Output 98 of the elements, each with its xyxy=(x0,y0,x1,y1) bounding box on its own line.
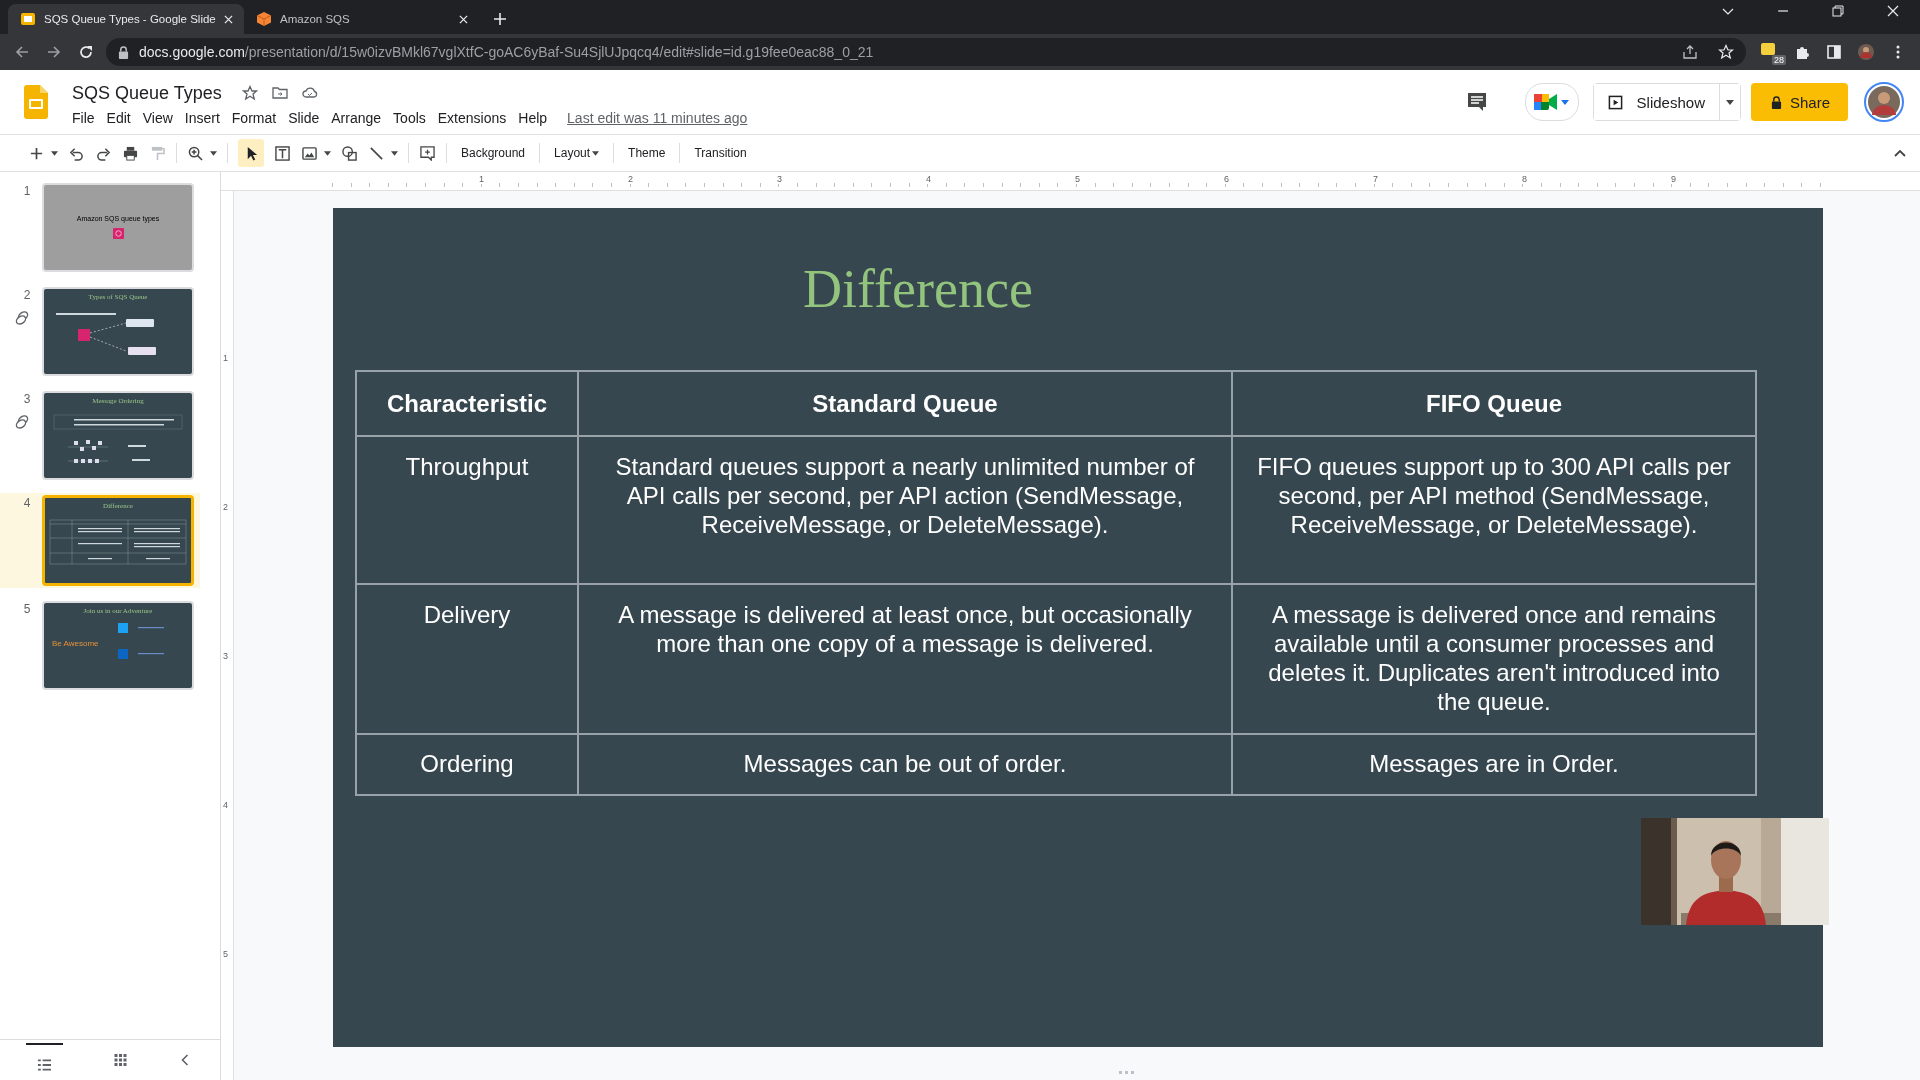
column-header: FIFO Queue xyxy=(1232,371,1756,436)
cube-icon xyxy=(256,11,272,27)
close-icon[interactable] xyxy=(459,14,468,24)
extension-icon xyxy=(1760,41,1776,57)
browser-tab[interactable]: SQS Queue Types - Google Slide xyxy=(8,4,244,34)
slide-number: 4 xyxy=(22,496,31,510)
table-cell: FIFO queues support up to 300 API calls per second, per API method (SendMessage, ReceiveMessage, or DeleteMessage). xyxy=(1232,436,1756,584)
toolbar-button[interactable]: Background xyxy=(457,146,530,160)
select-tool[interactable] xyxy=(238,139,264,167)
caret-icon xyxy=(592,150,600,156)
plus-icon[interactable] xyxy=(28,145,45,161)
queue-logo-icon xyxy=(112,228,124,239)
video-camera-icon xyxy=(1534,93,1559,111)
table-cell: Ordering xyxy=(356,734,578,795)
menu-item[interactable]: Format xyxy=(225,109,283,126)
caret-icon[interactable] xyxy=(51,150,58,156)
menu-item[interactable]: View xyxy=(136,109,179,126)
menu-item[interactable]: Arrange xyxy=(325,109,388,126)
ruler-number: 2 xyxy=(223,502,228,512)
caret-icon xyxy=(1725,99,1734,105)
table-cell: Standard queues support a nearly unlimited number of API calls per second, per API action (SendMessage, ReceiveMessage, or DeleteMessage). xyxy=(578,436,1232,584)
ruler-number: 2 xyxy=(627,174,634,184)
table-cell: Throughput xyxy=(356,436,578,584)
close-icon[interactable] xyxy=(1887,5,1899,17)
menu-item[interactable]: Insert xyxy=(178,109,226,126)
image-icon[interactable] xyxy=(301,145,318,161)
thumbnail-subtitle: Be Awesome xyxy=(51,638,100,648)
collapse-icon[interactable] xyxy=(1894,149,1906,157)
toolbar-button[interactable]: Layout xyxy=(550,146,604,160)
ruler-number: 3 xyxy=(223,651,228,661)
caret-icon[interactable] xyxy=(324,150,331,156)
ruler-number: 3 xyxy=(776,174,783,184)
menu-item[interactable]: Help xyxy=(512,109,554,126)
grid-view-icon[interactable] xyxy=(113,1054,127,1066)
slide-number: 1 xyxy=(22,184,31,198)
list-view-icon[interactable] xyxy=(37,1058,51,1071)
menu-item[interactable]: Extensions xyxy=(431,109,513,126)
line-icon[interactable] xyxy=(368,145,385,161)
star-icon[interactable] xyxy=(241,85,258,101)
ruler-number: 6 xyxy=(1223,174,1230,184)
text-box-icon[interactable] xyxy=(274,145,291,161)
browser-tab[interactable]: Amazon SQS xyxy=(244,4,480,34)
address-field[interactable]: docs.google.com/presentation/d/15w0izvBMkl67vglXtfC-goAC6yBaf-Su4SjlUJpqcq4/edit#slide=id.g19fee0eac88_0_21 xyxy=(106,38,1746,66)
print-icon[interactable] xyxy=(122,145,139,161)
caret-icon[interactable] xyxy=(210,150,217,156)
slide-title: Difference xyxy=(803,258,1033,320)
linked-objects-icon xyxy=(14,310,30,326)
slide-number: 2 xyxy=(22,288,31,302)
url-text: docs.google.com/presentation/d/15w0izvBMkl67vglXtfC-goAC6yBaf-Su4SjlUJpqcq4/edit#slide=id.g19fee0eac88_0_21 xyxy=(139,44,874,60)
caret-icon xyxy=(1561,99,1570,105)
slide-number: 5 xyxy=(22,602,31,616)
restore-icon[interactable] xyxy=(1832,5,1844,17)
new-tab-icon[interactable] xyxy=(494,13,506,25)
shape-icon[interactable] xyxy=(341,145,358,161)
extension-badge: 28 xyxy=(1772,55,1786,65)
toolbar-button[interactable]: Transition xyxy=(690,146,751,160)
avatar-icon[interactable] xyxy=(1864,82,1904,122)
folder-icon[interactable] xyxy=(271,85,288,101)
slides-icon xyxy=(20,11,36,27)
ruler-number: 9 xyxy=(1670,174,1677,184)
share-button[interactable]: Share xyxy=(1750,83,1848,121)
table-cell: Delivery xyxy=(356,584,578,734)
play-icon xyxy=(1607,94,1623,110)
ruler-number: 1 xyxy=(478,174,485,184)
table-cell: Messages can be out of order. xyxy=(578,734,1232,795)
add-comment-icon[interactable] xyxy=(419,145,436,161)
ruler-number: 4 xyxy=(223,800,228,810)
last-edit-link[interactable]: Last edit was 11 minutes ago xyxy=(567,109,748,126)
close-icon[interactable] xyxy=(223,14,233,24)
resize-handle[interactable] xyxy=(1118,1071,1135,1074)
zoom-icon[interactable] xyxy=(187,145,204,161)
ruler-number: 1 xyxy=(223,353,228,363)
menu-item[interactable]: Tools xyxy=(387,109,432,126)
column-header: Characteristic xyxy=(356,371,578,436)
menu-item[interactable]: File xyxy=(66,109,101,126)
ruler-number: 4 xyxy=(925,174,932,184)
cloud-icon[interactable] xyxy=(301,85,318,101)
ruler-number: 5 xyxy=(223,949,228,959)
menu-item[interactable]: Slide xyxy=(282,109,326,126)
table-cell: Messages are in Order. xyxy=(1232,734,1756,795)
caret-icon[interactable] xyxy=(391,150,398,156)
slideshow-button[interactable]: Slideshow xyxy=(1593,84,1720,120)
lock-icon xyxy=(118,45,129,59)
column-header: Standard Queue xyxy=(578,371,1232,436)
meet-button[interactable] xyxy=(1524,83,1579,121)
share-icon[interactable] xyxy=(1682,44,1698,60)
document-title[interactable]: SQS Queue Types xyxy=(72,82,222,104)
lock-icon xyxy=(1770,95,1782,109)
toolbar-button[interactable]: Theme xyxy=(624,146,670,160)
slide-number: 3 xyxy=(22,392,31,406)
ruler-number: 8 xyxy=(1521,174,1528,184)
linked-objects-icon xyxy=(14,414,30,430)
table-cell: A message is delivered once and remains available until a consumer processes and deletes it. Duplicates aren't introduced into the queue. xyxy=(1232,584,1756,734)
table-cell: A message is delivered at least once, but occasionally more than one copy of a message is delivered. xyxy=(578,584,1232,734)
ruler-number: 5 xyxy=(1074,174,1081,184)
menu-item[interactable]: Edit xyxy=(100,109,137,126)
ruler-number: 7 xyxy=(1372,174,1379,184)
comments-icon[interactable] xyxy=(1466,92,1487,112)
